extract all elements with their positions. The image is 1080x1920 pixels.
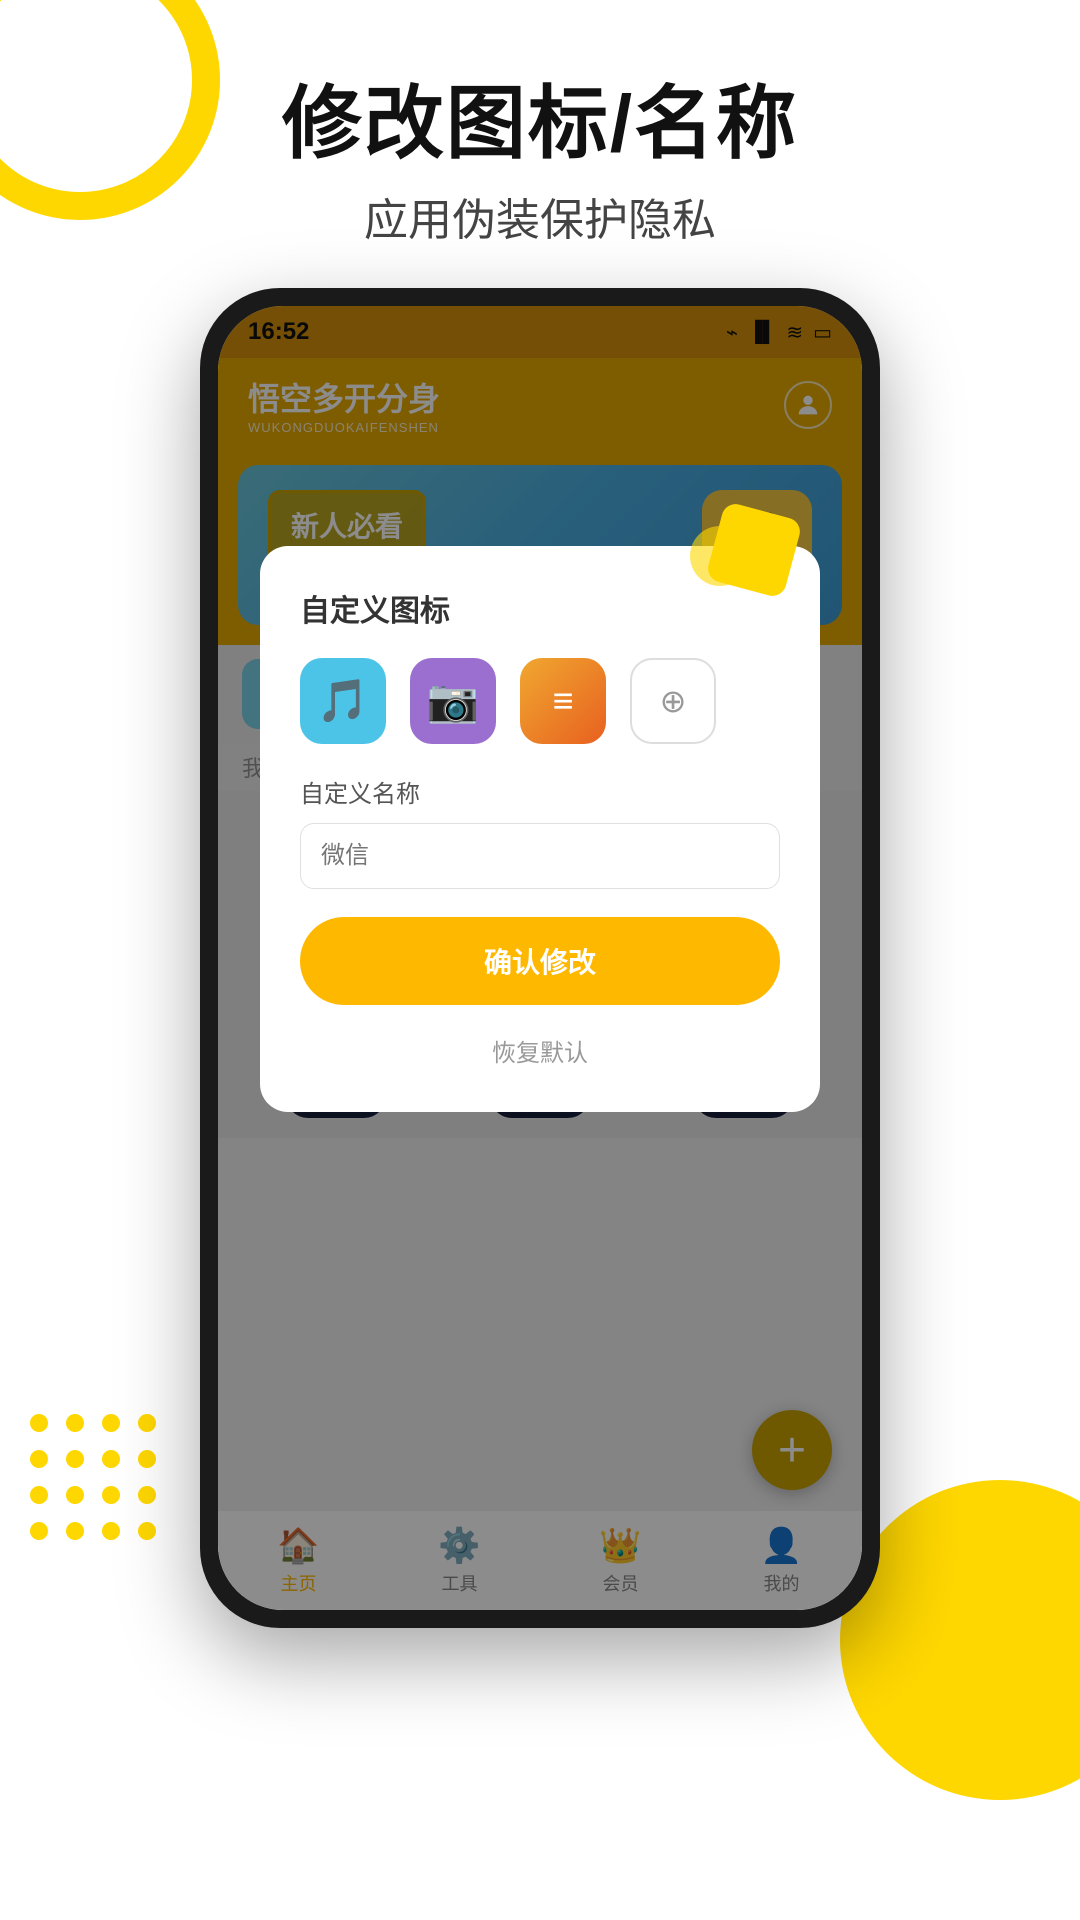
list-icon: ≡: [552, 680, 573, 722]
field-label: 自定义名称: [300, 774, 780, 809]
phone-screen: 16:52 ⌁ ▐▌ ≋ ▭ 悟空多开分身 WUKONGDUOKAIFENSHE…: [218, 306, 862, 1610]
restore-default-button[interactable]: 恢复默认: [300, 1025, 780, 1076]
dialog-overlay: 自定义图标 🎵 📷 ≡ ⊕: [218, 306, 862, 1610]
music-icon: 🎵: [317, 677, 369, 726]
icon-option-camera[interactable]: 📷: [410, 658, 496, 744]
icon-option-app3[interactable]: ≡: [520, 658, 606, 744]
phone-frame: 16:52 ⌁ ▐▌ ≋ ▭ 悟空多开分身 WUKONGDUOKAIFENSHE…: [200, 288, 880, 1628]
icon-option-music[interactable]: 🎵: [300, 658, 386, 744]
main-title: 修改图标/名称: [0, 80, 1080, 168]
confirm-button[interactable]: 确认修改: [300, 917, 780, 1005]
icon-options: 🎵 📷 ≡ ⊕: [300, 658, 780, 744]
custom-name-input[interactable]: [300, 823, 780, 889]
camera-icon: 📷: [427, 677, 479, 726]
header-section: 修改图标/名称 应用伪装保护隐私: [0, 0, 1080, 248]
icon-option-add[interactable]: ⊕: [630, 658, 716, 744]
dialog-box: 自定义图标 🎵 📷 ≡ ⊕: [260, 546, 820, 1112]
dialog-deco-circle: [690, 526, 750, 586]
phone-wrapper: 16:52 ⌁ ▐▌ ≋ ▭ 悟空多开分身 WUKONGDUOKAIFENSHE…: [0, 288, 1080, 1628]
sub-title: 应用伪装保护隐私: [0, 184, 1080, 248]
dialog-title: 自定义图标: [300, 586, 780, 630]
add-icon: ⊕: [660, 682, 687, 720]
